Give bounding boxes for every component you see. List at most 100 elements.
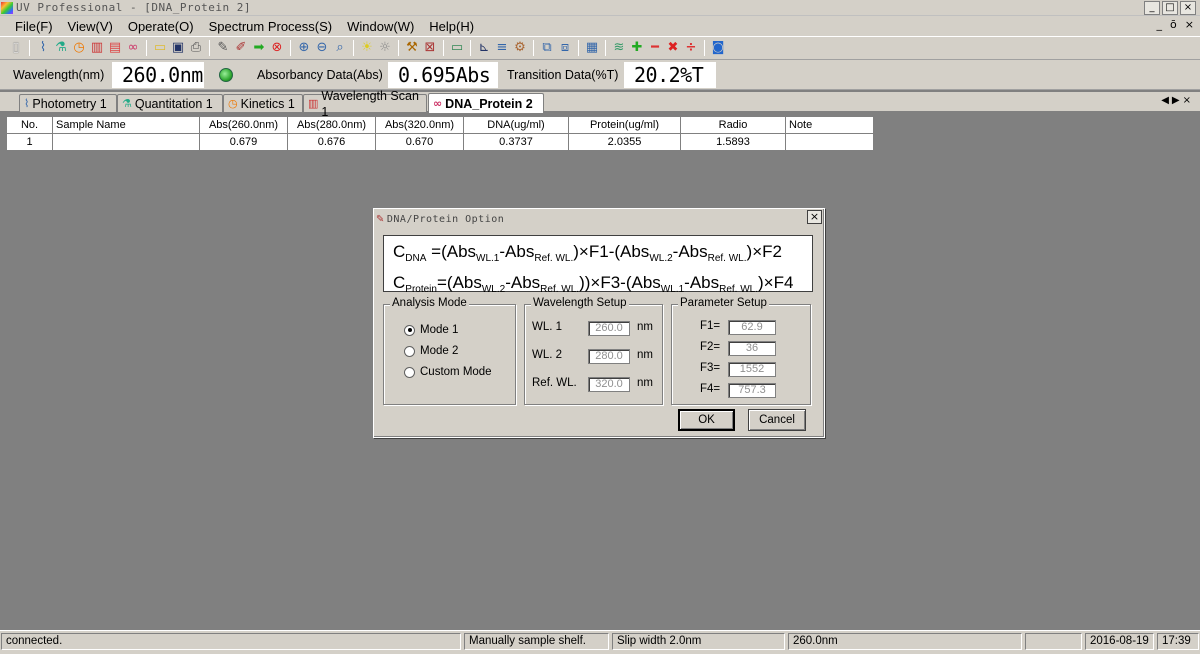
line-chart-icon[interactable]: ⌇ — [35, 40, 51, 56]
table-cell[interactable]: 0.3737 — [463, 133, 569, 151]
minimize-button[interactable]: _ — [1144, 1, 1160, 15]
radio-button[interactable] — [404, 366, 415, 378]
bar-chart-icon[interactable]: ▤ — [107, 40, 123, 56]
zoom-fit-icon[interactable]: ⌕ — [332, 40, 348, 56]
go-to-wavelength-icon[interactable] — [219, 68, 233, 82]
wavelength-setup-group: Wavelength Setup WL. 1 260.0 nm WL. 2 28… — [524, 297, 663, 405]
column-header[interactable]: Radio — [680, 116, 786, 134]
bulb-off-icon[interactable]: ☼ — [377, 40, 393, 56]
table-cell[interactable]: 1 — [6, 133, 53, 151]
menu-help[interactable]: Help(H) — [421, 19, 481, 34]
bulb-icon[interactable]: ☀ — [359, 40, 375, 56]
menu-file[interactable]: File(F) — [0, 19, 60, 34]
column-header[interactable]: Abs(280.0nm) — [287, 116, 376, 134]
f3-input[interactable]: 1552 — [728, 362, 776, 377]
print-icon[interactable]: ⎙ — [188, 40, 204, 56]
column-header[interactable]: No. — [6, 116, 53, 134]
mode-1-radio[interactable]: Mode 1 — [404, 324, 458, 336]
mode-2-radio[interactable]: Mode 2 — [404, 345, 458, 357]
tab-scroll-arrows[interactable]: ◀▶× — [1161, 95, 1194, 106]
menu-window[interactable]: Window(W) — [339, 19, 421, 34]
color-bars-icon[interactable]: ▥ — [89, 40, 105, 56]
column-header[interactable]: Protein(ug/ml) — [568, 116, 681, 134]
f4-input[interactable]: 757.3 — [728, 383, 776, 398]
menu-spectrum-process[interactable]: Spectrum Process(S) — [201, 19, 340, 34]
radio-button[interactable] — [404, 345, 415, 357]
analysis-mode-group: Analysis Mode Mode 1 Mode 2 Custom Mode — [383, 297, 516, 405]
column-header[interactable]: Note — [785, 116, 874, 134]
forward-icon[interactable]: ➡ — [251, 40, 267, 56]
wl1-input[interactable]: 260.0 — [588, 321, 630, 336]
flask-icon[interactable]: ⚗ — [53, 40, 69, 56]
tab-wavelength-scan[interactable]: ▥ Wavelength Scan 1 — [303, 89, 427, 119]
close-button[interactable]: × — [1180, 1, 1196, 15]
ok-button[interactable]: OK — [678, 409, 735, 431]
data-icon[interactable]: ≡ — [494, 40, 510, 56]
menu-view[interactable]: View(V) — [60, 19, 120, 34]
multiply-icon[interactable]: ✖ — [665, 40, 681, 56]
target-icon[interactable]: ◙ — [710, 40, 726, 56]
axis-icon[interactable]: ⊾ — [476, 40, 492, 56]
formula-box: CDNA =(AbsWL.1-AbsRef. WL.)×F1-(AbsWL.2-… — [383, 235, 813, 295]
zoom-out-icon[interactable]: ⊖ — [314, 40, 330, 56]
tab-photometry[interactable]: ⌇ Photometry 1 — [19, 94, 117, 112]
stop-icon[interactable]: ⊗ — [269, 40, 285, 56]
table-cell[interactable]: 0.670 — [375, 133, 464, 151]
edit-window-icon[interactable]: ⧈ — [557, 40, 573, 56]
column-header[interactable]: DNA(ug/ml) — [463, 116, 569, 134]
tab-label: Wavelength Scan 1 — [321, 88, 419, 119]
table-cell[interactable] — [785, 133, 874, 151]
dialog-title: DNA/Protein Option — [386, 213, 505, 225]
baseline-icon[interactable]: ▭ — [449, 40, 465, 56]
tools-icon[interactable]: ⚙ — [512, 40, 528, 56]
group-title: Parameter Setup — [678, 297, 769, 309]
grid-icon[interactable]: ▦ — [584, 40, 600, 56]
dialog-close-button[interactable]: × — [807, 210, 822, 224]
table-cell[interactable]: 0.676 — [287, 133, 376, 151]
divide-icon[interactable]: ÷ — [683, 40, 699, 56]
custom-mode-radio[interactable]: Custom Mode — [404, 366, 492, 378]
minus-icon[interactable]: ━ — [647, 40, 663, 56]
wl1-unit: nm — [637, 321, 653, 333]
mdi-close-button[interactable]: × — [1185, 18, 1194, 31]
maximize-button[interactable]: □ — [1162, 1, 1178, 15]
table-cell[interactable]: 2.0355 — [568, 133, 681, 151]
wl2-input[interactable]: 280.0 — [588, 349, 630, 364]
dialog-title-bar[interactable]: ✎ DNA/Protein Option — [376, 211, 822, 227]
mdi-restore-button[interactable]: ō — [1170, 18, 1177, 31]
new-document-icon[interactable]: ▯ — [8, 40, 24, 56]
tab-dna-protein[interactable]: ∞ DNA_Protein 2 — [428, 93, 544, 113]
clock-icon[interactable]: ◷ — [71, 40, 87, 56]
bottom-strip — [0, 650, 1200, 654]
cancel-button[interactable]: Cancel — [748, 409, 806, 431]
stack-icon[interactable]: ≋ — [611, 40, 627, 56]
save-icon[interactable]: ▣ — [170, 40, 186, 56]
mdi-minimize-button[interactable]: _ — [1157, 18, 1163, 31]
column-header[interactable]: Abs(260.0nm) — [199, 116, 288, 134]
plus-icon[interactable]: ✚ — [629, 40, 645, 56]
toolbar-separator — [470, 40, 471, 56]
tab-kinetics[interactable]: ◷ Kinetics 1 — [223, 94, 303, 112]
table-cell[interactable]: 1.5893 — [680, 133, 786, 151]
table-cell[interactable]: 0.679 — [199, 133, 288, 151]
table-cell[interactable] — [52, 133, 200, 151]
ref-wl-input[interactable]: 320.0 — [588, 377, 630, 392]
f2-input[interactable]: 36 — [728, 341, 776, 356]
eraser-icon[interactable]: ✐ — [233, 40, 249, 56]
sample-shelf-status: Manually sample shelf. — [464, 633, 609, 650]
peak-pick-icon[interactable]: ⚒ — [404, 40, 420, 56]
zoom-in-icon[interactable]: ⊕ — [296, 40, 312, 56]
dna-icon[interactable]: ∞ — [125, 40, 141, 56]
f1-input[interactable]: 62.9 — [728, 320, 776, 335]
column-header[interactable]: Abs(320.0nm) — [375, 116, 464, 134]
menu-operate[interactable]: Operate(O) — [120, 19, 201, 34]
scan-icon[interactable]: ⊠ — [422, 40, 438, 56]
time-status: 17:39 — [1157, 633, 1199, 650]
pencil-icon[interactable]: ✎ — [215, 40, 231, 56]
table-row[interactable]: 1 0.679 0.676 0.670 0.3737 2.0355 1.5893 — [6, 133, 874, 151]
column-header[interactable]: Sample Name — [52, 116, 200, 134]
window-icon[interactable]: ⧉ — [539, 40, 555, 56]
radio-button[interactable] — [404, 324, 415, 336]
open-folder-icon[interactable]: ▭ — [152, 40, 168, 56]
tab-quantitation[interactable]: ⚗ Quantitation 1 — [117, 94, 223, 112]
